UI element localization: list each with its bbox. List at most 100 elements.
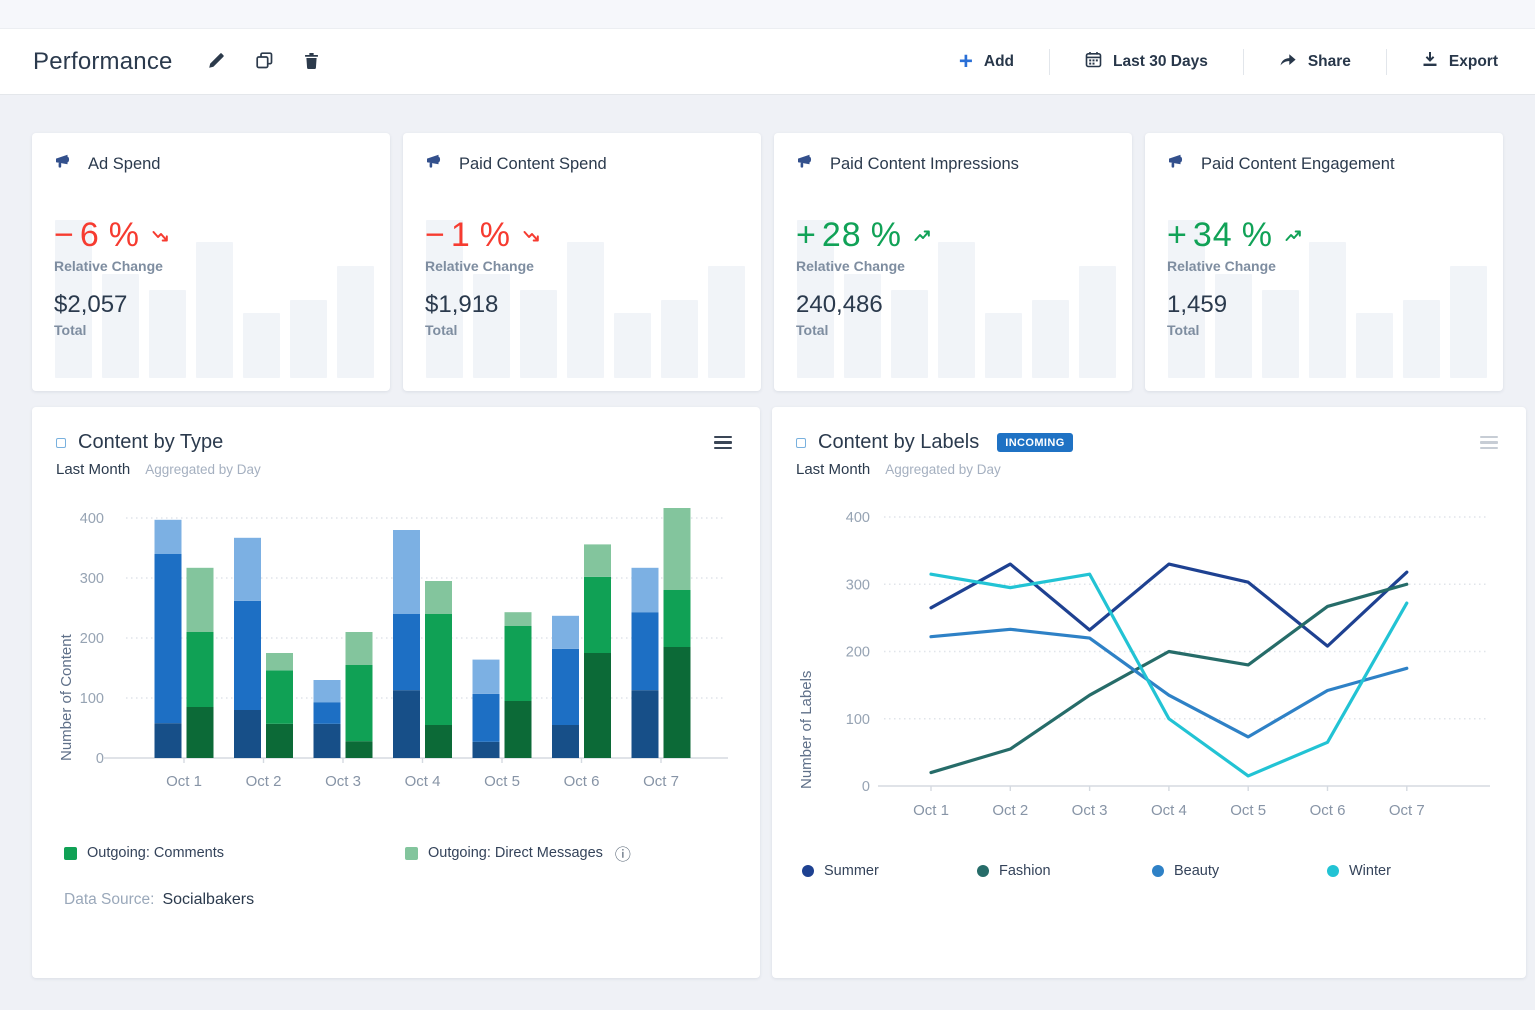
bar-segment-green-light[interactable] <box>345 632 373 665</box>
bar-segment-blue-light[interactable] <box>631 567 659 613</box>
y-axis-label: Number of Content <box>58 634 75 761</box>
svg-text:Oct 2: Oct 2 <box>992 802 1028 819</box>
bar-segment-green-mid[interactable] <box>186 632 214 707</box>
kpi-card-paid-content-spend[interactable]: Paid Content Spend −1% Relative Change $… <box>403 133 761 391</box>
bar-segment-blue-dark[interactable] <box>234 710 261 758</box>
legend-item-outgoing-comments[interactable]: Outgoing: Comments <box>64 845 405 861</box>
bar-segment-blue-light[interactable] <box>552 615 579 649</box>
bar-segment-green-dark[interactable] <box>504 701 532 758</box>
bar-segment-blue-dark[interactable] <box>472 741 500 758</box>
bar-segment-blue-light[interactable] <box>393 530 420 614</box>
data-source-label: Data Source: <box>64 891 155 908</box>
duplicate-button[interactable] <box>254 50 275 74</box>
bar-segment-blue-mid[interactable] <box>234 600 261 710</box>
chart-menu-button[interactable] <box>1476 432 1502 454</box>
bar-segment-blue-dark[interactable] <box>154 723 182 758</box>
svg-text:Oct 6: Oct 6 <box>1310 802 1346 819</box>
trash-icon <box>304 52 319 72</box>
legend-item-winter[interactable]: Winter <box>1327 863 1502 879</box>
bar-segment-green-light[interactable] <box>663 503 691 590</box>
megaphone-icon <box>54 154 73 174</box>
share-icon <box>1279 52 1297 72</box>
bar-segment-green-mid[interactable] <box>345 665 373 742</box>
svg-text:300: 300 <box>80 571 104 587</box>
bar-segment-blue-dark[interactable] <box>393 690 420 758</box>
kpi-total-value: $1,918 <box>425 291 499 318</box>
share-button[interactable]: Share <box>1275 46 1355 78</box>
svg-text:Oct 5: Oct 5 <box>484 773 520 790</box>
line-series-fashion[interactable] <box>929 582 1409 775</box>
add-button-label: Add <box>983 52 1015 70</box>
bar-segment-green-dark[interactable] <box>266 723 293 758</box>
kpi-change-value: +28% <box>796 216 1110 255</box>
legend-item-summer[interactable]: Summer <box>802 863 977 879</box>
bar-segment-blue-mid[interactable] <box>154 554 182 724</box>
export-button[interactable]: Export <box>1418 45 1502 78</box>
bar-segment-green-dark[interactable] <box>584 653 611 758</box>
chart-card-content-by-labels: Content by Labels INCOMING Last Month Ag… <box>772 407 1526 978</box>
kpi-card-ad-spend[interactable]: Ad Spend −6% Relative Change $2,057 Tota… <box>32 133 390 391</box>
data-source-value: Socialbakers <box>162 891 255 908</box>
kpi-card-paid-content-impressions[interactable]: Paid Content Impressions +28% Relative C… <box>774 133 1132 391</box>
add-button[interactable]: + Add <box>955 47 1018 77</box>
bar-segment-green-mid[interactable] <box>504 626 532 701</box>
megaphone-icon <box>1167 154 1186 174</box>
legend-item-outgoing-direct-messages[interactable]: Outgoing: Direct Messages ⓘ <box>405 841 631 865</box>
calendar-icon <box>1085 51 1102 73</box>
svg-text:Oct 6: Oct 6 <box>564 773 600 790</box>
delete-button[interactable] <box>302 50 321 74</box>
edit-button[interactable] <box>206 50 227 74</box>
svg-text:200: 200 <box>80 631 104 647</box>
bar-segment-green-dark[interactable] <box>186 707 214 758</box>
legend-item-fashion[interactable]: Fashion <box>977 863 1152 879</box>
info-icon[interactable]: ⓘ <box>615 841 631 865</box>
bar-segment-green-light[interactable] <box>266 653 293 671</box>
megaphone-icon <box>425 154 444 174</box>
date-range-button[interactable]: Last 30 Days <box>1081 45 1212 79</box>
incoming-badge: INCOMING <box>997 433 1073 452</box>
bar-segment-blue-mid[interactable] <box>472 693 500 742</box>
legend-item-beauty[interactable]: Beauty <box>1152 863 1327 879</box>
chart-legend: Summer Fashion Beauty Winter <box>796 863 1502 879</box>
stacked-bar-chart[interactable]: 0 100 200 300 400 Oct 1 Oct 2 Oct 3 Oct 4 Oct 5 Oc… <box>56 503 734 796</box>
bar-segment-blue-light[interactable] <box>313 680 341 703</box>
widget-checkbox-icon[interactable] <box>56 437 66 448</box>
bar-segment-green-dark[interactable] <box>425 725 452 758</box>
bar-segment-green-light[interactable] <box>186 567 214 632</box>
bar-segment-blue-light[interactable] <box>472 659 500 694</box>
svg-text:100: 100 <box>846 712 870 728</box>
page-top-strip <box>0 0 1535 28</box>
bar-segment-blue-mid[interactable] <box>393 614 420 691</box>
bar-segment-blue-mid[interactable] <box>552 648 579 725</box>
chart-menu-button[interactable] <box>710 432 736 454</box>
line-series-beauty[interactable] <box>929 627 1409 739</box>
kpi-total-value: 240,486 <box>796 291 883 318</box>
chart-period: Last Month <box>796 461 871 478</box>
svg-text:Oct 1: Oct 1 <box>166 773 202 790</box>
bar-segment-green-mid[interactable] <box>663 590 691 647</box>
bar-segment-blue-dark[interactable] <box>313 723 341 758</box>
export-label: Export <box>1448 52 1498 70</box>
svg-text:Oct 2: Oct 2 <box>246 773 282 790</box>
bar-segment-green-light[interactable] <box>425 581 452 614</box>
kpi-card-paid-content-engagement[interactable]: Paid Content Engagement +34% Relative Ch… <box>1145 133 1503 391</box>
bar-segment-green-dark[interactable] <box>345 741 373 758</box>
bar-segment-blue-dark[interactable] <box>552 725 579 758</box>
bar-segment-blue-light[interactable] <box>234 537 261 601</box>
legend-dot <box>977 865 989 877</box>
line-chart[interactable]: 0 100 200 300 400 Oct 1 Oct 2 Oct 3 Oct 4 Oct 5 Oc… <box>796 508 1496 824</box>
bar-segment-blue-light[interactable] <box>154 519 182 554</box>
bar-segment-green-mid[interactable] <box>584 576 611 653</box>
widget-checkbox-icon[interactable] <box>796 437 806 448</box>
bar-segment-green-mid[interactable] <box>425 614 452 725</box>
kpi-total-value: 1,459 <box>1167 291 1228 318</box>
bar-segment-blue-mid[interactable] <box>313 702 341 724</box>
kpi-change-value: −6% <box>54 216 368 255</box>
bar-segment-blue-mid[interactable] <box>631 612 659 691</box>
bar-segment-green-mid[interactable] <box>266 670 293 724</box>
bar-segment-blue-dark[interactable] <box>631 690 659 758</box>
bar-segment-green-light[interactable] <box>504 612 532 626</box>
bar-segment-green-dark[interactable] <box>663 647 691 758</box>
bar-segment-green-light[interactable] <box>584 544 611 577</box>
chart-legend: Outgoing: Comments Outgoing: Direct Mess… <box>56 841 736 865</box>
